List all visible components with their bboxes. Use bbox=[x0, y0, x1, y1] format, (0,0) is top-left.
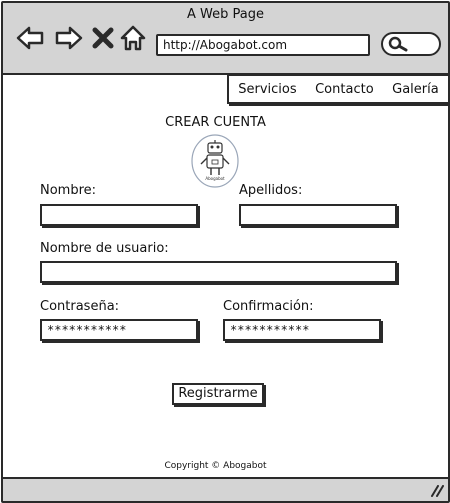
nombre-input[interactable] bbox=[40, 204, 198, 226]
confirm-label: Confirmación: bbox=[223, 299, 314, 314]
confirm-password-input[interactable]: *********** bbox=[223, 319, 381, 341]
nav-item-contacto[interactable]: Contacto bbox=[315, 82, 374, 97]
usuario-label: Nombre de usuario: bbox=[40, 241, 169, 256]
search-icon bbox=[388, 36, 408, 52]
resize-grip-icon[interactable] bbox=[430, 485, 444, 497]
url-bar[interactable]: http://Abogabot.com bbox=[156, 34, 370, 56]
password-input[interactable]: *********** bbox=[40, 319, 198, 341]
nombre-label: Nombre: bbox=[40, 183, 97, 198]
status-bar bbox=[3, 477, 448, 501]
usuario-input[interactable] bbox=[40, 261, 397, 283]
copyright-text: Copyright © Abogabot bbox=[164, 461, 267, 471]
nav-item-galeria[interactable]: Galería bbox=[392, 82, 439, 97]
search-field[interactable] bbox=[381, 32, 441, 56]
page-title: CREAR CUENTA bbox=[165, 115, 266, 130]
password-label: Contraseña: bbox=[40, 299, 120, 314]
window-title: A Web Page bbox=[187, 7, 264, 22]
top-nav-menu: Servicios Contacto Galería bbox=[227, 74, 450, 104]
close-x-icon[interactable] bbox=[91, 24, 115, 52]
apellidos-label: Apellidos: bbox=[239, 183, 303, 198]
nav-item-servicios[interactable]: Servicios bbox=[238, 82, 296, 97]
browser-window: A Web Page http://Abogabot.com Servicios… bbox=[1, 1, 450, 503]
forward-arrow-icon[interactable] bbox=[55, 24, 83, 52]
logo-caption: Abogabot bbox=[205, 176, 225, 181]
back-arrow-icon[interactable] bbox=[16, 24, 44, 52]
browser-toolbar: A Web Page http://Abogabot.com bbox=[3, 3, 448, 75]
apellidos-input[interactable] bbox=[239, 204, 397, 226]
register-button[interactable]: Registrarme bbox=[172, 383, 264, 405]
home-icon[interactable] bbox=[119, 24, 147, 52]
robot-logo: Abogabot bbox=[191, 134, 239, 188]
